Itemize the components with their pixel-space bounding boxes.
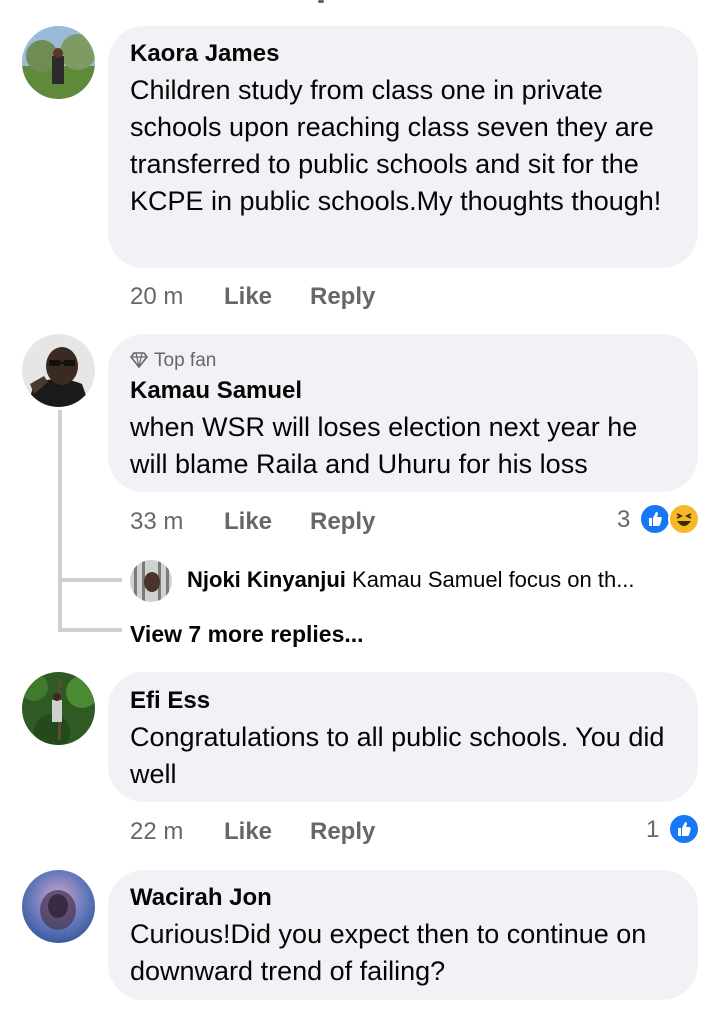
diamond-icon bbox=[129, 352, 149, 369]
comment-author[interactable]: Kaora James bbox=[130, 40, 279, 68]
reply-preview[interactable]: Njoki Kinyanjui Kamau Samuel focus on th… bbox=[187, 567, 635, 593]
comment-time[interactable]: 22 m bbox=[130, 818, 183, 846]
like-button[interactable]: Like bbox=[224, 818, 272, 846]
comment-text: Curious!Did you expect then to continue … bbox=[130, 919, 647, 986]
comment-time[interactable]: 20 m bbox=[130, 283, 183, 311]
haha-icon bbox=[668, 503, 700, 535]
like-button[interactable]: Like bbox=[224, 283, 272, 311]
thread-connector bbox=[58, 628, 122, 632]
thread-line bbox=[58, 410, 62, 632]
badge-label: Top fan bbox=[154, 350, 217, 371]
comment-author[interactable]: Efi Ess bbox=[130, 687, 210, 715]
reply-button[interactable]: Reply bbox=[310, 818, 375, 846]
reply-avatar[interactable] bbox=[130, 560, 172, 602]
avatar[interactable] bbox=[22, 672, 95, 745]
like-icon bbox=[668, 813, 700, 845]
reaction-count[interactable]: 1 bbox=[646, 816, 659, 844]
reply-button[interactable]: Reply bbox=[310, 508, 375, 536]
comment-text: Congratulations to all public schools. Y… bbox=[130, 722, 665, 789]
view-more-replies-link[interactable]: View 7 more replies... bbox=[130, 620, 364, 648]
top-fan-badge[interactable]: Top fan bbox=[129, 350, 217, 372]
reply-text: Kamau Samuel focus on th... bbox=[352, 567, 635, 592]
avatar[interactable] bbox=[22, 26, 95, 99]
avatar[interactable] bbox=[22, 870, 95, 943]
comment-text: when WSR will loses election next year h… bbox=[130, 412, 638, 479]
like-icon bbox=[639, 503, 671, 535]
comment-text: Children study from class one in private… bbox=[130, 75, 662, 216]
reaction-count[interactable]: 3 bbox=[617, 506, 630, 534]
comment-author[interactable]: Wacirah Jon bbox=[130, 884, 272, 912]
avatar[interactable] bbox=[22, 334, 95, 407]
reply-button[interactable]: Reply bbox=[310, 283, 375, 311]
scroll-indicator bbox=[318, 0, 324, 3]
comment-time[interactable]: 33 m bbox=[130, 508, 183, 536]
thread-connector bbox=[58, 578, 122, 582]
like-button[interactable]: Like bbox=[224, 508, 272, 536]
comment-author[interactable]: Kamau Samuel bbox=[130, 377, 302, 405]
reply-author: Njoki Kinyanjui bbox=[187, 567, 346, 592]
